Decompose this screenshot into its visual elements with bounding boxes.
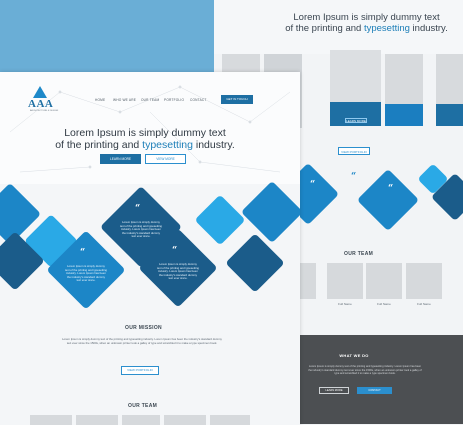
what-we-do-text: Lorem Ipsum is simply dummy text of the … — [308, 365, 422, 376]
team-member-name: Full Name — [377, 302, 391, 306]
testimonial-diamond — [356, 168, 420, 232]
view-portfolio-button[interactable]: VIEW PORTFOLIO — [338, 147, 370, 155]
learn-more-button[interactable]: LEARN MORE — [100, 154, 141, 164]
front-headline: Lorem Ipsum is simply dummy text of the … — [40, 127, 250, 151]
nav-item-home[interactable]: HOME — [95, 98, 105, 102]
nav-item-portfolio[interactable]: PORTFOLIO — [164, 98, 184, 102]
quote-icon: “ — [135, 204, 141, 214]
quote-icon: “ — [310, 180, 316, 190]
portfolio-learn-more-button[interactable]: LEARN MORE — [345, 118, 367, 123]
decor-diamond — [194, 194, 246, 246]
team-card[interactable] — [76, 415, 118, 425]
what-we-do-section: WHAT WE DO Lorem Ipsum is simply dummy t… — [299, 335, 463, 424]
team-card[interactable] — [164, 415, 206, 425]
portfolio-card-bar — [436, 104, 463, 126]
portfolio-card-bar — [385, 104, 423, 126]
what-we-do-contact-button[interactable]: CONTACT — [357, 387, 392, 394]
view-more-button[interactable]: VIEW MORE — [145, 154, 186, 164]
front-page-mockup: AAA ARCHITECTURE & DESIGN HOME WHO WE AR… — [0, 72, 300, 425]
team-card[interactable] — [327, 263, 363, 299]
portfolio-card-featured[interactable] — [330, 50, 381, 102]
get-in-touch-button[interactable]: GET IN TOUCH — [221, 95, 253, 104]
background-blue-panel — [0, 0, 222, 75]
decor-diamond — [240, 180, 300, 244]
testimonial-text: Lorem Ipsum is simply dummy text of the … — [157, 262, 199, 281]
team-member-name: Full Name — [417, 302, 431, 306]
team-card[interactable] — [30, 415, 72, 425]
front-headline-accent: typesetting — [142, 139, 193, 151]
quote-icon: “ — [388, 184, 394, 194]
back-headline-accent: typesetting — [363, 23, 410, 34]
portfolio-card[interactable] — [436, 54, 463, 104]
team-card[interactable] — [366, 263, 402, 299]
mission-text: Lorem Ipsum is simply dummy text of the … — [62, 337, 222, 345]
front-headline-line1: Lorem Ipsum is simply dummy text — [64, 127, 226, 139]
quote-icon: “ — [80, 248, 86, 258]
testimonial-text: Lorem Ipsum is simply dummy text of the … — [120, 220, 162, 239]
nav-item-contact[interactable]: CONTACT — [190, 98, 207, 102]
what-we-do-title: WHAT WE DO — [339, 353, 369, 358]
view-portfolio-button[interactable]: VIEW PORTFOLIO — [121, 366, 159, 375]
what-we-do-learn-more-button[interactable]: LEARN MORE — [319, 387, 349, 394]
team-card[interactable] — [406, 263, 442, 299]
team-member-name: Full Name — [338, 302, 352, 306]
quote-icon: “ — [351, 172, 357, 182]
portfolio-card[interactable] — [385, 54, 423, 104]
nav-item-our-team[interactable]: OUR TEAM — [141, 98, 159, 102]
decor-diamond — [225, 233, 285, 293]
team-card[interactable] — [210, 415, 250, 425]
logo-icon — [33, 86, 47, 98]
back-headline-line2: of the printing and typesetting industry… — [285, 23, 448, 34]
front-headline-line2: of the printing and typesetting industry… — [55, 139, 235, 151]
back-headline-line1: Lorem Ipsum is simply dummy text — [293, 12, 440, 23]
back-headline: Lorem Ipsum is simply dummy text of the … — [274, 12, 459, 34]
logo-text[interactable]: AAA — [28, 98, 53, 110]
back-team-title: OUR TEAM — [344, 251, 374, 257]
team-card[interactable] — [122, 415, 160, 425]
logo-tagline: ARCHITECTURE & DESIGN — [30, 110, 59, 112]
nav-item-who-we-are[interactable]: WHO WE ARE — [113, 98, 136, 102]
testimonial-text: Lorem Ipsum is simply dummy text of the … — [65, 264, 107, 283]
quote-icon: “ — [172, 246, 178, 256]
mission-title: OUR MISSION — [125, 325, 162, 331]
front-team-title: OUR TEAM — [128, 403, 158, 409]
